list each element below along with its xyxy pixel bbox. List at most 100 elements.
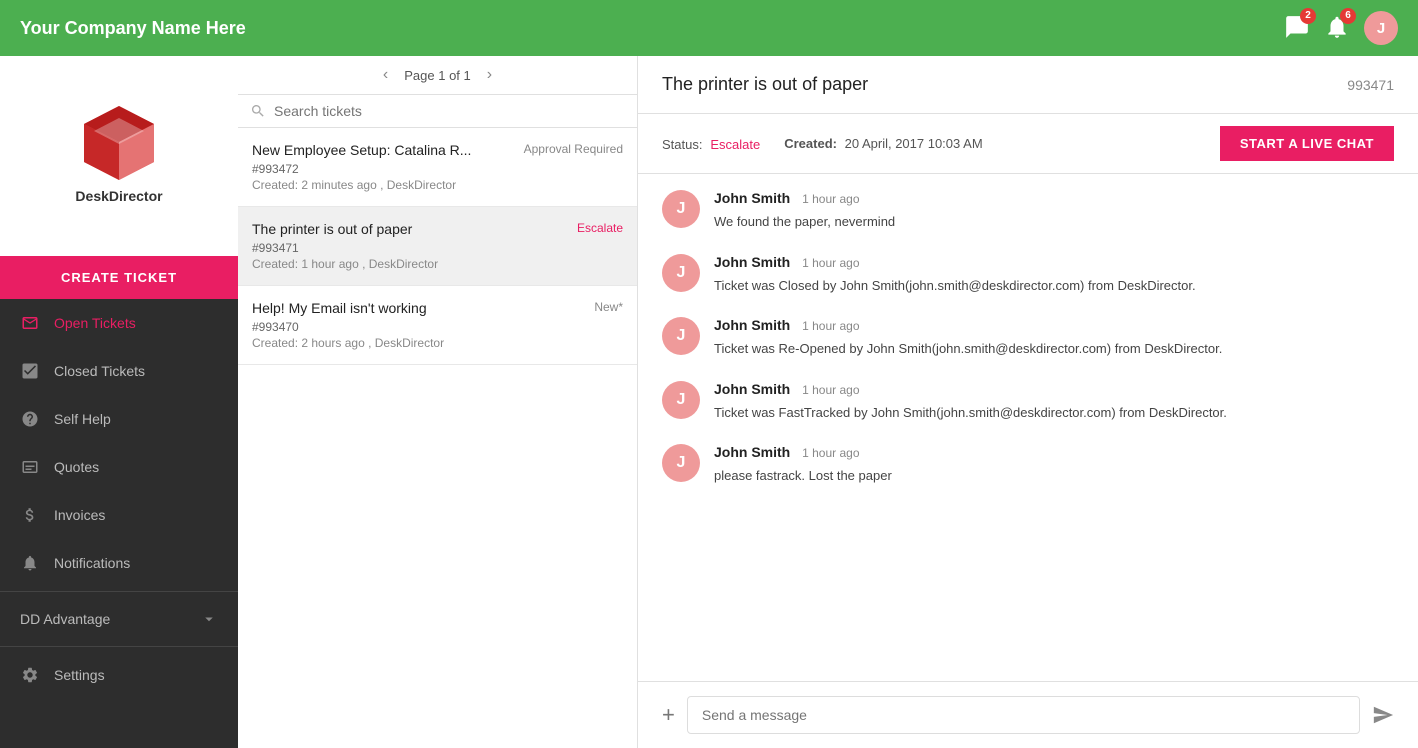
live-chat-button[interactable]: START A LIVE CHAT [1220, 126, 1394, 161]
send-icon [1372, 704, 1394, 726]
settings-label: Settings [54, 667, 105, 683]
list-item: J John Smith 1 hour ago Ticket was FastT… [662, 381, 1394, 423]
sidebar: DeskDirector CREATE TICKET Open Tickets … [0, 56, 238, 748]
list-item: J John Smith 1 hour ago We found the pap… [662, 190, 1394, 232]
main-layout: DeskDirector CREATE TICKET Open Tickets … [0, 56, 1418, 748]
avatar: J [662, 444, 700, 482]
ticket-title: New Employee Setup: Catalina R... [252, 142, 471, 158]
table-row[interactable]: New Employee Setup: Catalina R... Approv… [238, 128, 637, 207]
open-tickets-label: Open Tickets [54, 315, 136, 331]
table-row[interactable]: The printer is out of paper Escalate #99… [238, 207, 637, 286]
quotes-label: Quotes [54, 459, 99, 475]
search-input[interactable] [274, 103, 625, 119]
dd-advantage-label: DD Advantage [20, 611, 190, 627]
self-help-label: Self Help [54, 411, 111, 427]
ticket-badge: Approval Required [524, 142, 623, 156]
message-time: 1 hour ago [802, 446, 859, 460]
ticket-title: Help! My Email isn't working [252, 300, 427, 316]
sidebar-item-self-help[interactable]: Self Help [0, 395, 238, 443]
detail-status-bar: Status: Escalate Created: 20 April, 2017… [638, 114, 1418, 174]
notifications-icon [20, 553, 40, 573]
sidebar-divider-2 [0, 646, 238, 647]
detail-header: The printer is out of paper 993471 [638, 56, 1418, 114]
messages-area: J John Smith 1 hour ago We found the pap… [638, 174, 1418, 681]
message-author: John Smith [714, 190, 790, 206]
user-avatar[interactable]: J [1364, 11, 1398, 45]
sidebar-item-closed-tickets[interactable]: Closed Tickets [0, 347, 238, 395]
message-body: John Smith 1 hour ago Ticket was Re-Open… [714, 317, 1394, 359]
message-text: please fastrack. Lost the paper [714, 466, 1394, 486]
message-author: John Smith [714, 254, 790, 270]
message-body: John Smith 1 hour ago We found the paper… [714, 190, 1394, 232]
sidebar-item-quotes[interactable]: Quotes [0, 443, 238, 491]
pagination-bar: ‹ Page 1 of 1 › [238, 56, 637, 95]
message-text: Ticket was Closed by John Smith(john.smi… [714, 276, 1394, 296]
message-text: Ticket was FastTracked by John Smith(joh… [714, 403, 1394, 423]
logo-svg: DeskDirector [49, 86, 189, 226]
prev-page-button[interactable]: ‹ [383, 66, 388, 84]
add-attachment-button[interactable]: + [662, 704, 675, 726]
quotes-icon [20, 457, 40, 477]
invoices-label: Invoices [54, 507, 105, 523]
send-message-button[interactable] [1372, 704, 1394, 726]
compose-input[interactable] [687, 696, 1360, 734]
sidebar-item-dd-advantage[interactable]: DD Advantage [0, 596, 238, 642]
ticket-meta: Created: 2 minutes ago , DeskDirector [252, 178, 623, 192]
sidebar-item-notifications[interactable]: Notifications [0, 539, 238, 587]
closed-tickets-icon [20, 361, 40, 381]
company-name: Your Company Name Here [20, 18, 1284, 39]
header-icons: 2 6 J [1284, 11, 1398, 45]
sidebar-item-settings[interactable]: Settings [0, 651, 238, 699]
table-row[interactable]: Help! My Email isn't working New* #99347… [238, 286, 637, 365]
created-label: Created: 20 April, 2017 10:03 AM [784, 136, 982, 151]
open-tickets-icon [20, 313, 40, 333]
sidebar-divider [0, 591, 238, 592]
avatar: J [662, 254, 700, 292]
bell-icon-wrap[interactable]: 6 [1324, 14, 1350, 43]
message-author: John Smith [714, 381, 790, 397]
closed-tickets-label: Closed Tickets [54, 363, 145, 379]
message-body: John Smith 1 hour ago Ticket was FastTra… [714, 381, 1394, 423]
avatar: J [662, 317, 700, 355]
chat-icon-wrap[interactable]: 2 [1284, 14, 1310, 43]
message-author: John Smith [714, 317, 790, 333]
ticket-badge: Escalate [577, 221, 623, 235]
message-time: 1 hour ago [802, 319, 859, 333]
create-ticket-button[interactable]: CREATE TICKET [0, 256, 238, 299]
ticket-detail-panel: The printer is out of paper 993471 Statu… [638, 56, 1418, 748]
list-item: J John Smith 1 hour ago Ticket was Close… [662, 254, 1394, 296]
detail-title: The printer is out of paper [662, 74, 868, 95]
message-author: John Smith [714, 444, 790, 460]
detail-ticket-number: 993471 [1347, 77, 1394, 93]
ticket-meta: Created: 1 hour ago , DeskDirector [252, 257, 623, 271]
message-text: We found the paper, nevermind [714, 212, 1394, 232]
list-item: J John Smith 1 hour ago please fastrack.… [662, 444, 1394, 486]
bell-badge: 6 [1340, 8, 1356, 24]
search-bar [238, 95, 637, 128]
ticket-title: The printer is out of paper [252, 221, 412, 237]
next-page-button[interactable]: › [487, 66, 492, 84]
ticket-number: #993472 [252, 162, 623, 176]
invoices-icon [20, 505, 40, 525]
status-value: Escalate [710, 137, 760, 152]
avatar: J [662, 190, 700, 228]
ticket-list: New Employee Setup: Catalina R... Approv… [238, 128, 637, 748]
svg-text:DeskDirector: DeskDirector [75, 188, 163, 204]
status-label: Status: Escalate [662, 136, 760, 152]
search-icon [250, 103, 266, 119]
logo-area: DeskDirector [0, 56, 238, 256]
ticket-meta: Created: 2 hours ago , DeskDirector [252, 336, 623, 350]
self-help-icon [20, 409, 40, 429]
ticket-number: #993470 [252, 320, 623, 334]
created-value: 20 April, 2017 10:03 AM [845, 136, 983, 151]
sidebar-item-open-tickets[interactable]: Open Tickets [0, 299, 238, 347]
settings-icon [20, 665, 40, 685]
top-header: Your Company Name Here 2 6 J [0, 0, 1418, 56]
chevron-down-icon [200, 610, 218, 628]
message-time: 1 hour ago [802, 256, 859, 270]
message-time: 1 hour ago [802, 192, 859, 206]
ticket-badge: New* [594, 300, 623, 314]
ticket-number: #993471 [252, 241, 623, 255]
avatar: J [662, 381, 700, 419]
sidebar-item-invoices[interactable]: Invoices [0, 491, 238, 539]
